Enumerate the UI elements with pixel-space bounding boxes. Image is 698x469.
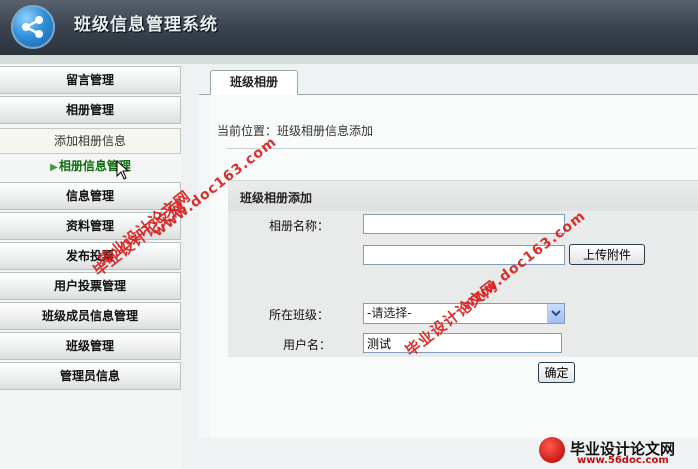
submenu-album-manage[interactable]: ▶相册信息管理	[0, 154, 181, 180]
tab-bar: 班级相册	[199, 64, 698, 95]
footer-url: www.56doc.com	[577, 455, 669, 466]
header-divider	[0, 55, 698, 64]
sidebar-item-messages[interactable]: 留言管理	[0, 66, 181, 94]
sidebar-item-albums[interactable]: 相册管理	[0, 96, 181, 124]
tab-class-album[interactable]: 班级相册	[210, 70, 298, 95]
sidebar-item-admin[interactable]: 管理员信息	[0, 362, 181, 390]
sidebar-item-user-votes[interactable]: 用户投票管理	[0, 272, 181, 300]
upload-attachment-button[interactable]: 上传附件	[569, 244, 645, 265]
album-name-label: 相册名称：	[269, 219, 330, 233]
mouse-cursor-icon	[116, 160, 130, 180]
form-header: 班级相册添加	[228, 180, 698, 211]
album-name-input[interactable]	[363, 214, 565, 234]
site-logo-icon	[539, 437, 565, 463]
username-label: 用户名：	[283, 338, 332, 352]
submenu-add-album[interactable]: 添加相册信息	[0, 128, 181, 154]
class-select-value: -请选择-	[367, 306, 412, 320]
breadcrumb: 当前位置：班级相册信息添加	[217, 124, 374, 138]
submit-button[interactable]: 确定	[538, 362, 575, 383]
app-header: 班级信息管理系统	[0, 0, 698, 55]
username-input[interactable]	[363, 333, 562, 353]
form-title: 班级相册添加	[240, 191, 313, 205]
app-logo-icon	[11, 5, 55, 49]
divider	[227, 148, 697, 149]
main-content: 班级相册 当前位置：班级相册信息添加 班级相册添加 相册名称： 上传附件 所在班…	[199, 64, 698, 469]
submenu-arrow-icon: ▶	[50, 162, 58, 173]
app-title: 班级信息管理系统	[74, 15, 218, 35]
sidebar-item-class-manage[interactable]: 班级管理	[0, 332, 181, 360]
class-label: 所在班级：	[269, 308, 330, 322]
chevron-down-icon[interactable]	[547, 304, 564, 323]
sidebar-item-class-members[interactable]: 班级成员信息管理	[0, 302, 181, 330]
